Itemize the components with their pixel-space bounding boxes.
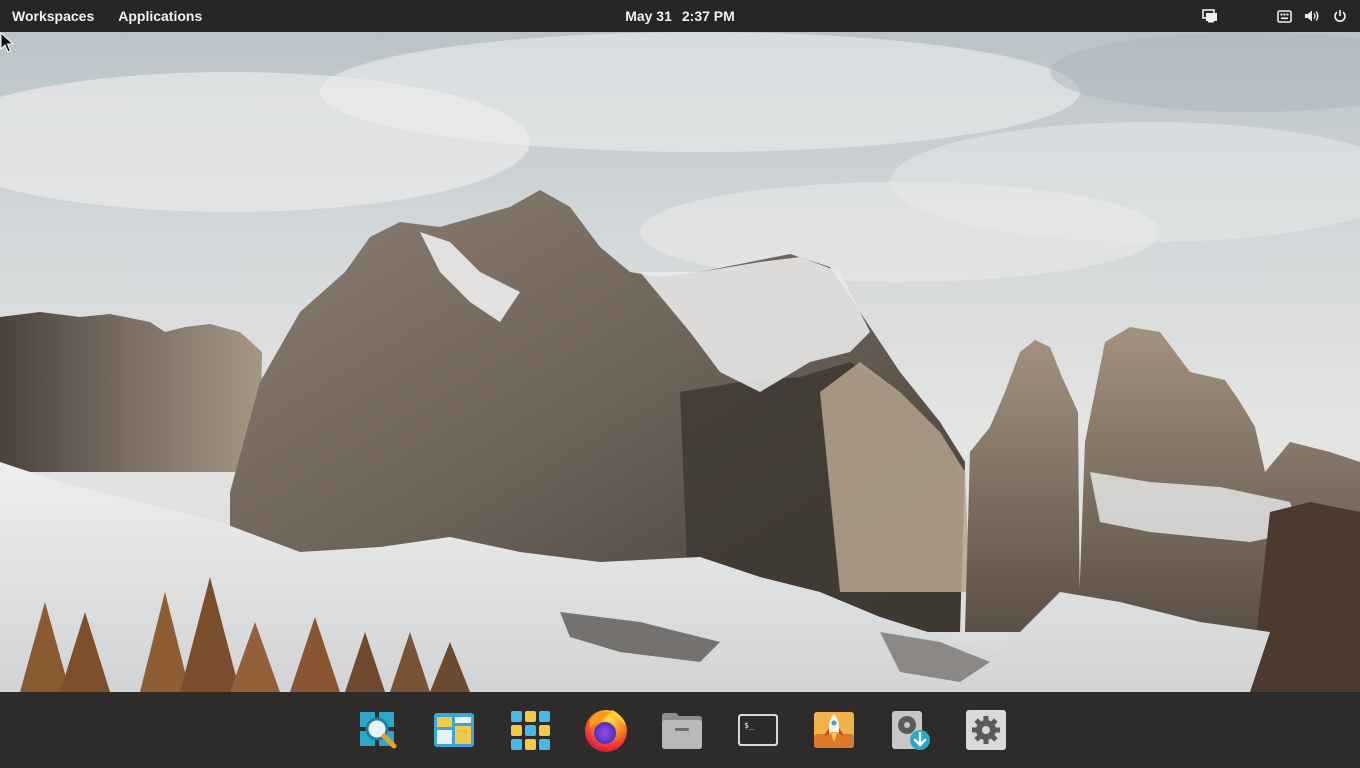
dock-items: $_ [352,708,1012,752]
dock-item-search[interactable] [352,708,404,752]
windows-icon [434,713,474,747]
panel-left: Workspaces Applications [12,0,202,32]
dock-item-multitasking[interactable] [428,708,480,752]
dock-item-app-grid[interactable] [504,708,556,752]
gear-icon [966,710,1006,750]
panel-center: May 31 2:37 PM [0,0,1360,32]
volume-icon[interactable] [1304,8,1320,24]
dock-item-launcher[interactable] [808,708,860,752]
disk-download-icon [892,711,930,750]
terminal-prompt: $_ [744,720,754,730]
dock-item-settings[interactable] [960,708,1012,752]
desktop-wallpaper [0,32,1360,692]
dock-item-firefox[interactable] [580,708,632,752]
date-label: May 31 [625,8,672,24]
keyboard-icon[interactable] [1276,8,1292,24]
mouse-pointer-icon [0,32,14,53]
rocket-icon [814,712,854,748]
panel-indicators [1202,0,1348,32]
terminal-icon [738,714,778,746]
workspaces-button[interactable]: Workspaces [12,8,94,24]
display-icon[interactable] [1202,8,1218,24]
grid-icon [511,711,550,750]
top-panel: Workspaces Applications May 31 2:37 PM [0,0,1360,32]
datetime-indicator[interactable]: May 31 2:37 PM [625,8,735,24]
time-label: 2:37 PM [681,8,735,24]
dock: $_ [0,692,1360,768]
dock-item-terminal[interactable]: $_ [732,708,784,752]
mountain-landscape [0,32,1360,692]
power-icon[interactable] [1332,8,1348,24]
dock-item-installer[interactable] [884,708,936,752]
firefox-icon [585,710,627,752]
applications-menu-button[interactable]: Applications [118,8,202,24]
magnifier-icon [360,712,397,749]
dock-item-files[interactable] [656,708,708,752]
folder-icon [662,713,702,749]
